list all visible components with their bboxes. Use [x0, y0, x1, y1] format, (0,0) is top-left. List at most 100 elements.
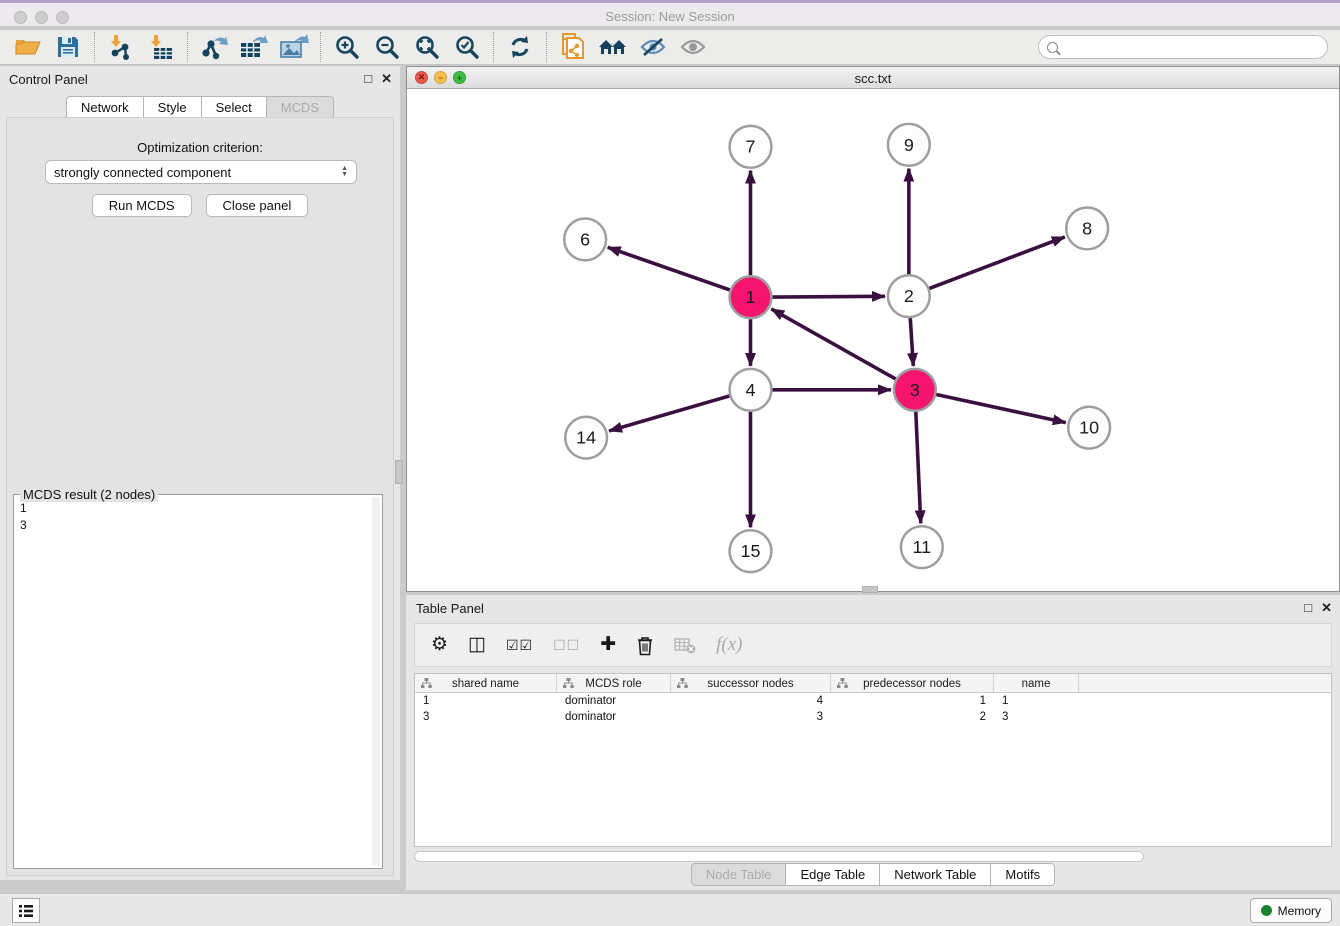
tab-network-table[interactable]: Network Table	[879, 863, 990, 886]
graph-node-15[interactable]: 15	[730, 530, 772, 572]
app-title: Session: New Session	[0, 9, 1340, 24]
graph-edge-1-6[interactable]	[608, 247, 730, 290]
table-cell[interactable]: 2	[831, 711, 994, 723]
memory-button[interactable]: Memory	[1250, 898, 1332, 923]
network-snapshot-button[interactable]	[553, 31, 593, 63]
table-tabs: Node TableEdge TableNetwork TableMotifs	[406, 863, 1340, 886]
column-header-predecessor-nodes[interactable]: predecessor nodes	[831, 674, 994, 693]
graph-node-10[interactable]: 10	[1068, 407, 1110, 449]
table-cell[interactable]: dominator	[557, 711, 671, 723]
show-all-button[interactable]	[673, 31, 713, 63]
save-session-button[interactable]	[48, 31, 88, 63]
svg-text:14: 14	[576, 428, 596, 448]
unselect-all-columns-icon[interactable]: ☐☐	[553, 634, 580, 656]
import-table-button[interactable]	[141, 31, 181, 63]
home-view-button[interactable]	[593, 31, 633, 63]
table-horizontal-scrollbar[interactable]	[414, 851, 1144, 862]
graph-edge-4-14[interactable]	[609, 396, 729, 431]
tab-node-table[interactable]: Node Table	[691, 863, 786, 886]
delete-column-icon[interactable]	[636, 635, 654, 656]
graph-node-8[interactable]: 8	[1066, 208, 1108, 250]
tab-style[interactable]: Style	[143, 96, 201, 119]
graph-node-1[interactable]: 1	[730, 276, 772, 318]
zoom-in-button[interactable]	[327, 31, 367, 63]
result-scrollbar[interactable]	[372, 497, 380, 866]
graph-edge-3-10[interactable]	[936, 394, 1066, 422]
table-row[interactable]: 1dominator411	[415, 693, 1331, 709]
graph-node-7[interactable]: 7	[730, 126, 772, 168]
table-cell[interactable]: 3	[994, 711, 1079, 723]
control-panel-title: Control Panel	[9, 72, 88, 87]
network-graph: 7 9 6 8 1 2 4 3 14 10 15 11	[407, 89, 1339, 591]
tab-network[interactable]: Network	[66, 96, 143, 119]
svg-text:8: 8	[1082, 218, 1092, 238]
table-settings-icon[interactable]: ⚙	[431, 634, 448, 656]
column-header-MCDS-role[interactable]: MCDS role	[557, 674, 671, 693]
graph-node-9[interactable]: 9	[888, 124, 930, 166]
splitter-handle-horizontal[interactable]	[862, 586, 878, 593]
refresh-button[interactable]	[500, 31, 540, 63]
column-header-successor-nodes[interactable]: successor nodes	[671, 674, 831, 693]
tab-select[interactable]: Select	[201, 96, 266, 119]
mcds-result-text[interactable]: 1 3	[16, 497, 372, 866]
graph-edge-1-2[interactable]	[772, 296, 885, 297]
float-panel-icon[interactable]: □	[364, 71, 372, 86]
svg-text:9: 9	[904, 135, 914, 155]
optimization-criterion-select[interactable]: strongly connected component ▲▼	[45, 160, 357, 184]
tab-edge-table[interactable]: Edge Table	[785, 863, 879, 886]
tab-motifs[interactable]: Motifs	[990, 863, 1055, 886]
graph-node-14[interactable]: 14	[565, 417, 607, 459]
graph-edge-2-3[interactable]	[910, 318, 913, 366]
table-cell[interactable]: 1	[994, 695, 1079, 707]
table-cell[interactable]: 3	[415, 711, 557, 723]
splitter-handle-vertical[interactable]	[395, 460, 403, 484]
import-network-button[interactable]	[101, 31, 141, 63]
optimization-criterion-label: Optimization criterion:	[7, 140, 393, 155]
hierarchy-icon	[421, 678, 432, 689]
graph-node-4[interactable]: 4	[730, 369, 772, 411]
memory-status-icon	[1261, 905, 1272, 916]
export-network-button[interactable]	[194, 31, 234, 63]
graph-node-11[interactable]: 11	[901, 526, 943, 568]
export-table-button[interactable]	[234, 31, 274, 63]
run-mcds-button[interactable]: Run MCDS	[92, 194, 192, 217]
table-cell[interactable]: 3	[671, 711, 831, 723]
zoom-out-button[interactable]	[367, 31, 407, 63]
zoom-selected-button[interactable]	[447, 31, 487, 63]
table-row[interactable]: 3dominator323	[415, 709, 1331, 725]
tab-mcds[interactable]: MCDS	[266, 96, 334, 119]
export-image-button[interactable]	[274, 31, 314, 63]
search-input[interactable]	[1063, 40, 1327, 54]
table-cell[interactable]: 1	[415, 695, 557, 707]
create-column-icon[interactable]: ✚	[600, 634, 616, 656]
zoom-fit-button[interactable]	[407, 31, 447, 63]
save-floppy-icon	[57, 36, 79, 58]
graph-node-2[interactable]: 2	[888, 275, 930, 317]
show-columns-icon[interactable]: ◫	[468, 634, 486, 656]
graph-edge-2-8[interactable]	[929, 237, 1064, 288]
select-all-columns-icon[interactable]: ☑☑	[506, 634, 533, 656]
graph-edge-3-11[interactable]	[916, 412, 921, 524]
node-table[interactable]: shared nameMCDS rolesuccessor nodesprede…	[414, 673, 1332, 847]
close-panel-button[interactable]: Close panel	[206, 194, 309, 217]
graph-node-3[interactable]: 3	[894, 369, 936, 411]
network-canvas[interactable]: 7 9 6 8 1 2 4 3 14 10 15 11	[407, 89, 1339, 591]
svg-text:6: 6	[580, 229, 590, 249]
table-cell[interactable]: dominator	[557, 695, 671, 707]
svg-text:1: 1	[746, 287, 756, 307]
table-cell[interactable]: 1	[831, 695, 994, 707]
network-window-titlebar[interactable]: ✕ − + scc.txt	[407, 67, 1339, 89]
column-header-name[interactable]: name	[994, 674, 1079, 693]
float-panel-icon[interactable]: □	[1304, 600, 1312, 615]
show-task-history-button[interactable]	[12, 898, 40, 923]
search-field[interactable]	[1038, 35, 1328, 59]
hide-selected-button[interactable]	[633, 31, 673, 63]
open-session-button[interactable]	[8, 31, 48, 63]
table-cell[interactable]: 4	[671, 695, 831, 707]
export-image-icon	[279, 34, 309, 60]
graph-edge-3-1[interactable]	[771, 309, 895, 379]
graph-node-6[interactable]: 6	[564, 218, 606, 260]
close-panel-icon[interactable]: ✕	[381, 71, 392, 86]
column-header-shared-name[interactable]: shared name	[415, 674, 557, 693]
close-panel-icon[interactable]: ✕	[1321, 600, 1332, 615]
